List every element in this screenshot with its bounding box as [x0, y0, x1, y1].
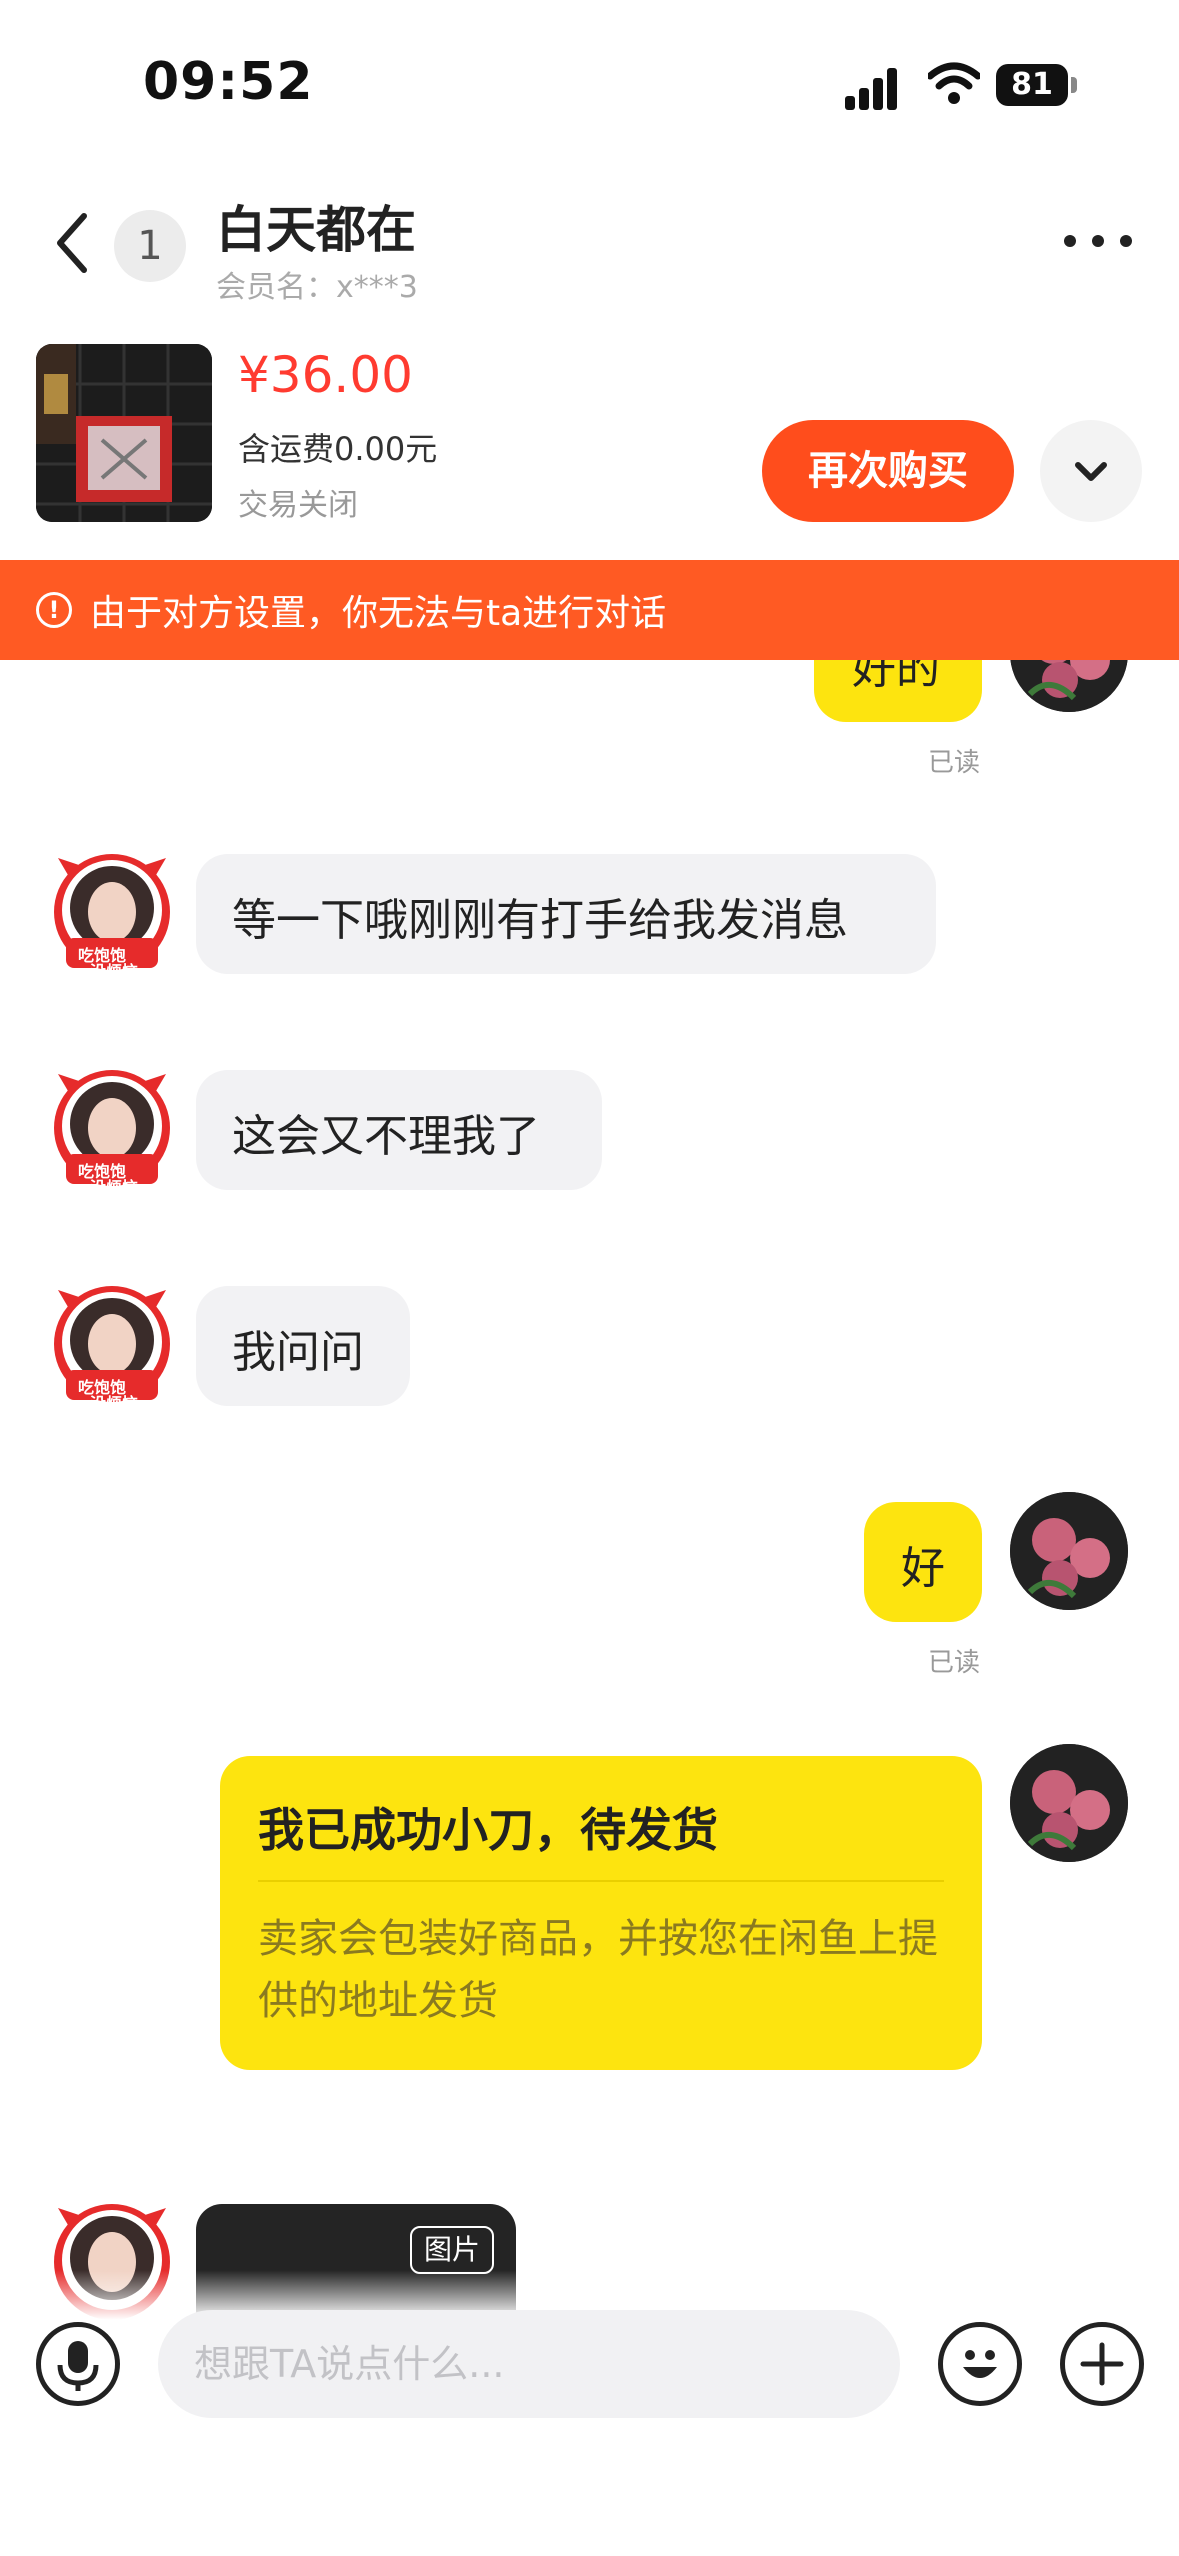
product-price: ¥36.00: [238, 346, 413, 404]
alert-icon: !: [36, 592, 72, 628]
chevron-down-icon[interactable]: [1040, 420, 1142, 522]
avatar-stamp-text: 没烦恼: [90, 1178, 139, 1197]
my-avatar[interactable]: [1010, 1744, 1128, 1862]
their-avatar[interactable]: 吃饱饱 没烦恼: [48, 1278, 176, 1413]
member-name: 会员名：x***3: [216, 270, 418, 305]
order-status-card[interactable]: 我已成功小刀，待发货 卖家会包装好商品，并按您在闲鱼上提供的地址发货: [220, 1756, 982, 2070]
avatar-stamp-text: 没烦恼: [90, 1394, 139, 1413]
their-avatar[interactable]: 吃饱饱 没烦恼: [48, 1062, 176, 1197]
battery-indicator: 81: [996, 64, 1080, 106]
card-divider: [258, 1880, 944, 1882]
chat-disabled-banner: ! 由于对方设置，你无法与ta进行对话: [0, 560, 1179, 660]
emoji-icon[interactable]: [938, 2322, 1022, 2406]
my-avatar[interactable]: [1010, 1492, 1128, 1610]
chat-title: 白天都在: [216, 201, 416, 259]
their-message-bubble[interactable]: 我问问: [196, 1286, 410, 1406]
unread-count-badge[interactable]: 1: [114, 210, 186, 282]
plus-icon[interactable]: [1060, 2322, 1144, 2406]
image-tag: 图片: [409, 2226, 494, 2274]
cellular-signal-icon: [845, 66, 907, 110]
my-message-bubble[interactable]: 好: [864, 1502, 982, 1622]
read-receipt: 已读: [928, 748, 981, 778]
card-body: 卖家会包装好商品，并按您在闲鱼上提供的地址发货: [258, 1916, 938, 2024]
card-title: 我已成功小刀，待发货: [258, 1803, 718, 1857]
their-avatar[interactable]: 吃饱饱 没烦恼: [48, 846, 176, 981]
message-text: 这会又不理我了: [232, 1111, 540, 1162]
read-receipt: 已读: [928, 1648, 981, 1678]
avatar-stamp-text: 没烦恼: [90, 962, 139, 981]
message-text: 好: [901, 1543, 945, 1594]
message-text: 我问问: [232, 1327, 364, 1378]
message-input[interactable]: [158, 2310, 900, 2418]
message-text: 等一下哦刚刚有打手给我发消息: [232, 895, 848, 946]
their-message-bubble[interactable]: 等一下哦刚刚有打手给我发消息: [196, 854, 936, 974]
more-options-icon[interactable]: [1064, 226, 1134, 256]
battery-level: 81: [996, 64, 1068, 106]
product-thumbnail[interactable]: [36, 344, 212, 522]
banner-text: 由于对方设置，你无法与ta进行对话: [90, 593, 667, 634]
their-message-bubble[interactable]: 这会又不理我了: [196, 1070, 602, 1190]
back-arrow-icon[interactable]: [48, 208, 98, 278]
microphone-icon[interactable]: [36, 2322, 120, 2406]
wifi-icon: [928, 62, 980, 104]
deal-status: 交易关闭: [238, 488, 358, 523]
status-time: 09:52: [143, 52, 314, 112]
buy-again-button[interactable]: 再次购买: [762, 420, 1014, 522]
shipping-fee: 含运费0.00元: [238, 430, 438, 468]
